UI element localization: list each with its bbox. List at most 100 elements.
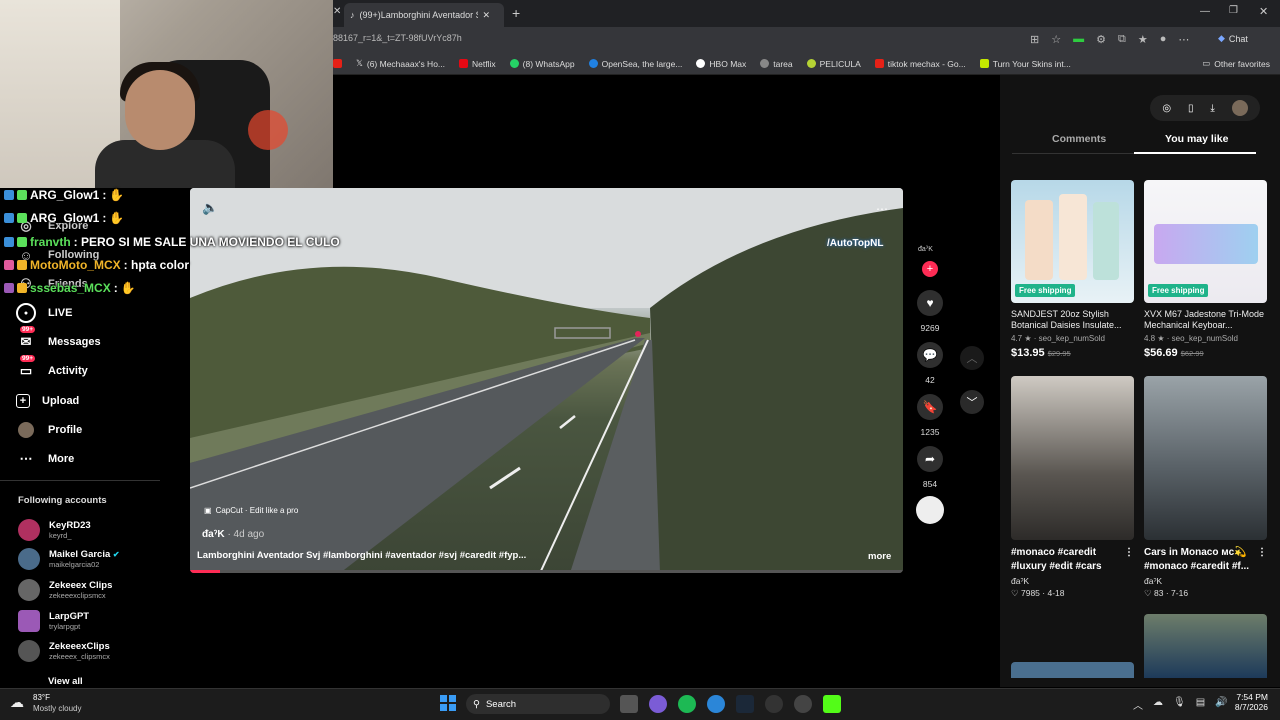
steam-icon[interactable] [736, 695, 754, 713]
bookmark-3[interactable]: OpenSea, the large... [588, 59, 682, 69]
account-item[interactable]: Maikel Garcia ✔ maikelgarcia02 [18, 545, 120, 573]
caption-more-button[interactable]: more [868, 551, 891, 562]
view-all-link[interactable]: View all [48, 676, 83, 687]
mute-icon[interactable]: 🔈 [202, 200, 218, 216]
network-icon[interactable]: ▤ [1196, 697, 1205, 712]
save-button[interactable]: 🔖 [917, 394, 943, 420]
new-tab-button[interactable]: + [512, 5, 520, 21]
sidebar-item-live[interactable]: ● LIVE [16, 301, 72, 325]
sidebar-item-upload[interactable]: + Upload [16, 389, 79, 413]
product-card[interactable]: Free shipping XVX M67 Jadestone Tri-Mode… [1144, 180, 1267, 359]
tab-comments[interactable]: Comments [1052, 133, 1106, 145]
discord-icon[interactable] [649, 695, 667, 713]
side-author[interactable]: ᵭaˀK [918, 246, 933, 253]
extension-icon[interactable]: ▬ [1073, 33, 1084, 46]
browser-tab[interactable]: ♪ (99+)Lamborghini Aventador SVJ # ✕ [344, 3, 504, 27]
video-card[interactable]: Cars in Monaco ᴍᴄ💫 #monaco #caredit #f..… [1144, 376, 1267, 599]
compass-icon[interactable]: ◎ [1162, 103, 1171, 114]
favorite-star-icon[interactable]: ☆ [1051, 33, 1061, 46]
video-thumbnail[interactable] [1144, 614, 1267, 678]
avatar [18, 610, 40, 632]
maximize-icon[interactable]: ❐ [1229, 5, 1238, 16]
bookmarks-bar: 𝕏 (6) Mechaaax's Ho... Netflix (8) WhatsA… [333, 53, 1280, 75]
follow-plus-button[interactable]: + [922, 261, 938, 277]
other-favorites[interactable]: ▭ Other favorites [1202, 58, 1270, 69]
taskbar [0, 688, 1280, 720]
spotify-icon[interactable] [678, 695, 696, 713]
product-card[interactable]: Free shipping SANDJEST 20oz Stylish Bota… [1011, 180, 1134, 359]
split-icon[interactable]: ⧉ [1118, 33, 1126, 46]
scroll-up-button[interactable]: ︿ [960, 346, 984, 370]
minimize-icon[interactable]: — [1200, 6, 1210, 17]
comment-button[interactable]: 💬 [917, 342, 943, 368]
mic-icon[interactable]: 🎙 [1173, 697, 1186, 712]
video-thumbnail[interactable] [1011, 662, 1134, 678]
heart-outline-icon: ♡ [1144, 588, 1152, 598]
cloud-sync-icon[interactable]: ☁ [1153, 697, 1163, 712]
obs-icon[interactable] [765, 695, 783, 713]
bookmark-label: Netflix [472, 58, 496, 69]
bookmark-6[interactable]: PELICULA [806, 59, 861, 69]
volume-icon[interactable]: 🔊 [1215, 697, 1227, 712]
app-icon[interactable]: ⊞ [1030, 33, 1039, 46]
video-thumbnail [1144, 376, 1267, 540]
bookmark-7[interactable]: tiktok mechax - Go... [874, 59, 966, 69]
video-more-icon[interactable]: ⋯ [876, 202, 888, 216]
bookmark-1[interactable]: Netflix [459, 59, 496, 69]
chat-text: : [102, 188, 107, 202]
taskbar-search[interactable]: ⚲ Search [466, 694, 610, 714]
video-card[interactable]: #monaco #caredit #luxury #edit #cars ⋮ ᵭa… [1011, 376, 1134, 599]
sidebar-item-profile[interactable]: Profile [16, 418, 82, 442]
profile-avatar-icon[interactable]: ● [1160, 33, 1167, 46]
music-disc-icon[interactable] [916, 496, 944, 524]
settings-icon[interactable] [794, 695, 812, 713]
share-button[interactable]: ➦ [917, 446, 943, 472]
bookmark-8[interactable]: Turn Your Skins int... [979, 59, 1071, 69]
download-icon[interactable]: ⤓ [1210, 103, 1214, 114]
avatar[interactable] [1231, 100, 1248, 116]
edge-icon[interactable] [707, 695, 725, 713]
search-icon: ⚲ [473, 698, 480, 710]
bookmark-0[interactable]: 𝕏 (6) Mechaaax's Ho... [356, 58, 445, 69]
account-name: Maikel Garcia [49, 549, 111, 560]
account-item[interactable]: KeyRD23 keyrd_ [18, 516, 91, 544]
bookmark-youtube[interactable] [333, 59, 342, 68]
scroll-down-button[interactable]: ﹀ [960, 390, 984, 414]
account-item[interactable]: Zekeeex Clips zekeeexclipsmcx [18, 576, 112, 604]
phone-icon[interactable]: ▯ [1188, 103, 1194, 114]
url-field[interactable]: 88167_r=1&_t=ZT-98fUVrYc87h [333, 33, 462, 43]
more-icon: ⋯ [19, 451, 33, 466]
sidebar-item-activity[interactable]: ▭ 99+ Activity [16, 355, 88, 383]
sidebar-item-messages[interactable]: ✉ 99+ Messages [16, 326, 101, 354]
bookmark-4[interactable]: HBO Max [696, 59, 746, 69]
menu-dots-icon[interactable]: ⋯ [1178, 33, 1189, 46]
favorites-icon[interactable]: ★ [1138, 33, 1148, 46]
weather-temp[interactable]: 83°F [33, 693, 50, 702]
progress-bar[interactable] [190, 570, 903, 573]
account-item[interactable]: LarpGPT trylarpgpt [18, 607, 89, 635]
kick-icon[interactable] [823, 695, 841, 713]
copilot-chat-button[interactable]: ◆ Chat [1218, 33, 1248, 44]
account-handle: zekeeex_clipsmcx [49, 652, 110, 661]
video-time: 4d ago [233, 529, 265, 540]
video-author[interactable]: ᵭaˀK [202, 529, 225, 540]
chevron-up-icon[interactable]: ︿ [1133, 697, 1143, 712]
like-button[interactable]: ♥ [917, 290, 943, 316]
badge-icon [4, 260, 14, 270]
account-handle: trylarpgpt [49, 622, 81, 631]
more-icon[interactable]: ⋮ [1124, 546, 1134, 574]
more-icon[interactable]: ⋮ [1257, 546, 1267, 574]
puzzle-icon[interactable]: ⚙ [1096, 33, 1106, 46]
task-view-icon[interactable] [620, 695, 638, 713]
sidebar-item-more[interactable]: ⋯ More [16, 447, 75, 471]
capcut-label[interactable]: ▣ CapCut · Edit like a pro [204, 506, 298, 515]
bookmark-5[interactable]: tarea [760, 59, 793, 69]
bookmark-2[interactable]: (8) WhatsApp [509, 59, 575, 69]
tab-you-may-like[interactable]: You may like [1165, 133, 1228, 145]
clock[interactable]: 7:54 PM 8/7/2026 [1230, 692, 1268, 712]
window-close-icon[interactable]: ✕ [1259, 5, 1268, 18]
close-icon[interactable]: ✕ [333, 6, 341, 17]
windows-start-icon[interactable] [440, 695, 456, 711]
tab-close-icon[interactable]: ✕ [483, 10, 491, 21]
account-item[interactable]: ZekeeexClips zekeeex_clipsmcx [18, 637, 110, 665]
